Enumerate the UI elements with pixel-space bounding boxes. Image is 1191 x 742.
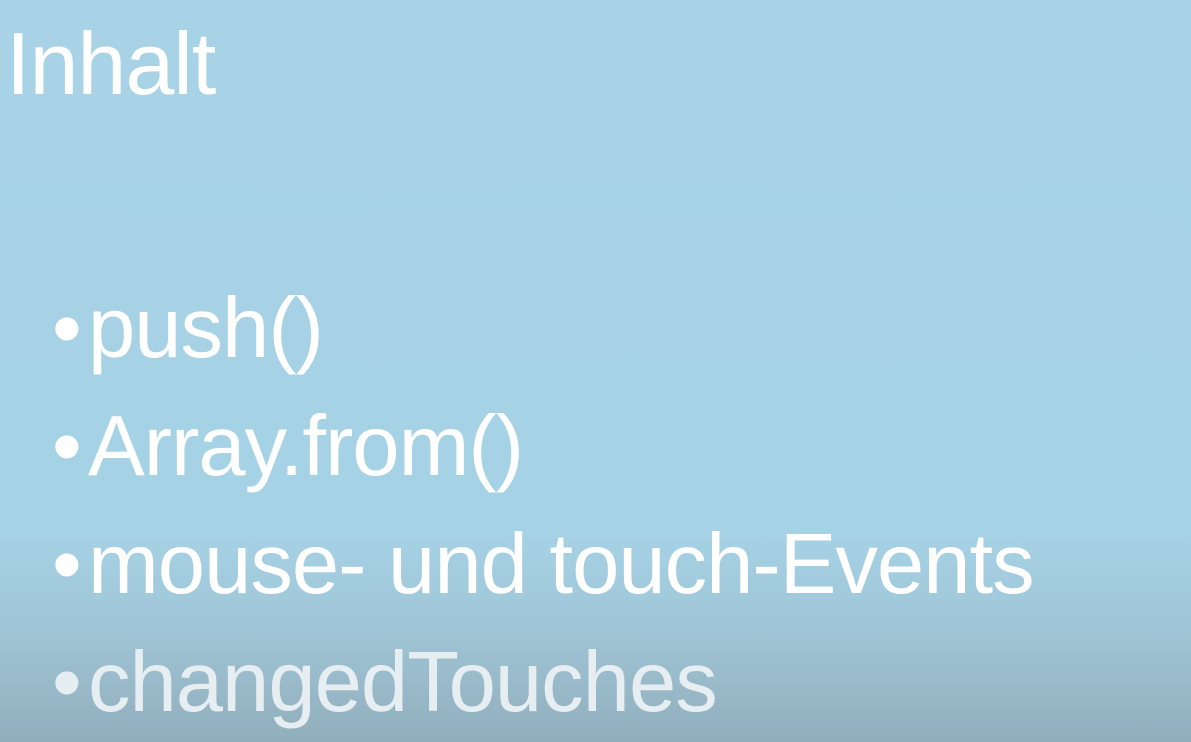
bullet-dot-icon: • [52,399,82,494]
bullet-item-array-from: •Array.from() [52,388,1034,506]
bullet-item-push: •push() [52,270,1034,388]
bullet-label: mouse- und touch-Events [88,517,1035,612]
bullet-label: changedTouches [88,635,718,730]
bullet-item-changed-touches: •changedTouches [52,624,1034,742]
bullet-dot-icon: • [52,281,82,376]
bullet-item-mouse-touch-events: •mouse- und touch-Events [52,506,1035,624]
bullet-label: Array.from() [88,399,524,494]
slide: Inhalt •push() •Array.from() •mouse- und… [0,0,1191,742]
bullet-label: push() [88,281,324,376]
bullet-dot-icon: • [52,517,82,612]
bullet-list: •push() •Array.from() •mouse- und touch-… [52,270,1035,742]
slide-title: Inhalt [6,14,216,113]
bullet-dot-icon: • [52,635,82,730]
